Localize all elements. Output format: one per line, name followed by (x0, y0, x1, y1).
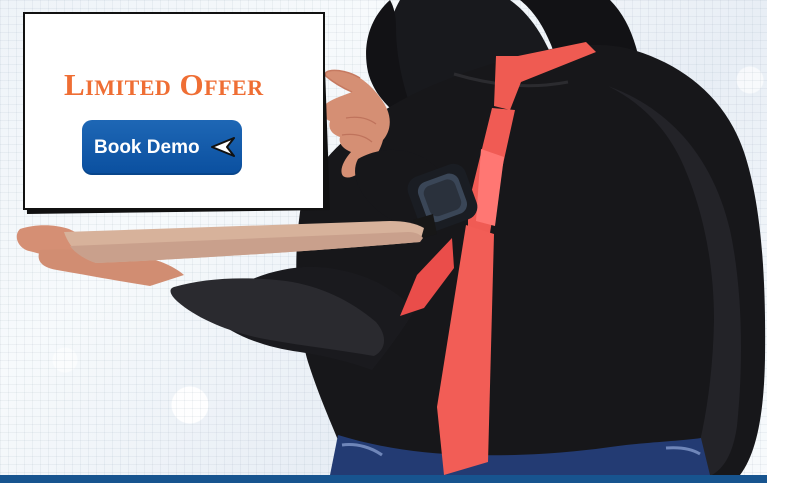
pointer-icon (211, 137, 235, 157)
limited-offer-heading: Limited Offer (64, 67, 264, 102)
right-margin (767, 0, 790, 483)
book-demo-button-label: Book Demo (94, 137, 200, 158)
footer-strip (0, 475, 767, 483)
promo-banner: Limited Offer Book Demo (0, 0, 767, 483)
laptop-screen (23, 12, 325, 210)
